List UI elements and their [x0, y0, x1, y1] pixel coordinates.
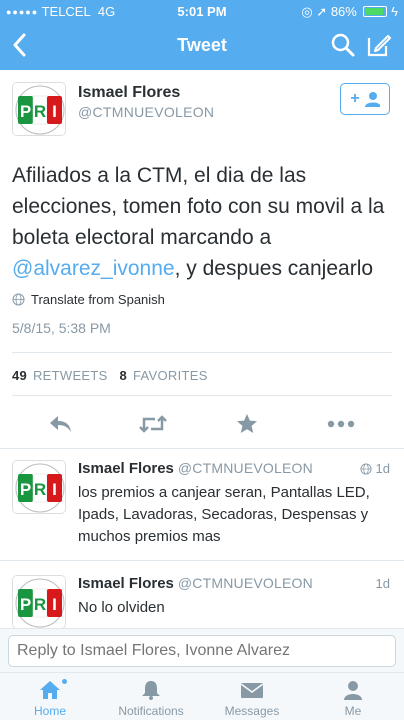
divider — [12, 395, 392, 396]
retweets-stat[interactable]: 49 RETWEETS — [12, 368, 108, 383]
avatar[interactable]: P R I — [12, 82, 66, 136]
reply-input[interactable] — [8, 635, 396, 667]
search-icon — [331, 33, 355, 57]
tab-notifications[interactable]: Notifications — [101, 677, 201, 719]
pri-logo-icon: P R I — [13, 83, 65, 135]
reply-author-handle: @CTMNUEVOLEON — [177, 460, 313, 476]
person-icon — [344, 681, 362, 700]
svg-text:P: P — [20, 102, 31, 121]
bell-icon — [142, 681, 160, 700]
svg-text:I: I — [52, 480, 57, 499]
mention-link[interactable]: @alvarez_ivonne — [12, 257, 175, 280]
more-icon — [327, 420, 355, 428]
reply-time-label: 1d — [375, 461, 390, 476]
tweet-actions — [0, 405, 404, 445]
svg-text:R: R — [34, 102, 46, 121]
avatar[interactable]: P R I — [12, 460, 66, 514]
divider — [0, 560, 404, 561]
main-tweet: P R I Ismael Flores @CTMNUEVOLEON + Afil… — [0, 70, 404, 448]
avatar[interactable]: P R I — [12, 575, 66, 629]
home-icon — [40, 681, 60, 699]
svg-text:I: I — [52, 102, 57, 121]
tweet-text: Afiliados a la CTM, el dia de las elecci… — [12, 160, 396, 284]
tweet-text-start: Afiliados a la CTM, el dia de las elecci… — [12, 164, 385, 249]
retweets-label: RETWEETS — [32, 368, 108, 383]
tab-bar: Home Notifications Messages Me — [0, 672, 404, 720]
reply-author-name: Ismael Flores — [78, 575, 174, 592]
alarm-icon: ◎ — [301, 4, 313, 19]
reply-compose-bar — [0, 628, 404, 672]
reply-time-label: 1d — [375, 576, 390, 591]
status-bar: ●●●●● TELCEL 4G 5:01 PM ◎ ➚ 86% ϟ — [0, 0, 404, 22]
battery-icon — [363, 6, 388, 17]
svg-text:I: I — [52, 595, 57, 614]
add-user-icon — [364, 92, 380, 107]
reply-author-handle: @CTMNUEVOLEON — [177, 575, 313, 591]
translate-link[interactable]: Translate from Spanish — [12, 292, 165, 307]
reply-author[interactable]: Ismael Flores @CTMNUEVOLEON — [78, 575, 313, 592]
globe-icon — [12, 293, 25, 306]
pri-logo-icon: P R I — [13, 461, 65, 513]
notification-dot — [62, 679, 67, 684]
svg-text:P: P — [20, 480, 31, 499]
favorites-count: 8 — [119, 368, 128, 383]
author-handle[interactable]: @CTMNUEVOLEON — [78, 104, 214, 120]
follow-plus: + — [350, 90, 360, 107]
top-bar: ●●●●● TELCEL 4G 5:01 PM ◎ ➚ 86% ϟ Tweet — [0, 0, 404, 70]
compose-icon — [367, 35, 391, 57]
reply-time: 1d — [359, 461, 390, 476]
svg-text:R: R — [34, 480, 46, 499]
globe-icon — [359, 462, 372, 475]
tweet-date: 5/8/15, 5:38 PM — [12, 320, 111, 336]
reply-text: No lo olviden — [78, 599, 165, 616]
tweet-stats: 49 RETWEETS 8 FAVORITES — [12, 368, 208, 383]
favorite-button[interactable] — [232, 411, 262, 437]
svg-text:P: P — [20, 595, 31, 614]
divider — [12, 352, 392, 353]
follow-button[interactable]: + — [340, 83, 390, 115]
compose-button[interactable] — [366, 32, 392, 58]
reply-text: los premios a canjear seran, Pantallas L… — [78, 484, 370, 545]
tab-home[interactable]: Home — [0, 677, 100, 719]
retweet-button[interactable] — [138, 411, 168, 437]
tweet-text-end: , y despues canjearlo — [174, 257, 374, 280]
tab-label: Home — [33, 704, 66, 718]
battery-percent: 86% — [330, 4, 357, 19]
envelope-icon — [240, 683, 264, 698]
more-button[interactable] — [326, 411, 356, 437]
pri-logo-icon: P R I — [13, 576, 65, 628]
reply-time: 1d — [376, 576, 390, 591]
reply-tweet[interactable]: P R I Ismael Flores @CTMNUEVOLEON 1d los … — [0, 448, 404, 560]
tab-label: Notifications — [118, 704, 184, 718]
reply-icon — [50, 416, 71, 432]
translate-label: Translate from Spanish — [31, 292, 165, 307]
tab-label: Messages — [224, 704, 280, 718]
location-icon: ➚ — [316, 4, 328, 19]
reply-tweet[interactable]: P R I Ismael Flores @CTMNUEVOLEON 1d No l… — [0, 563, 404, 633]
charging-icon: ϟ — [391, 4, 398, 19]
reply-author-name: Ismael Flores — [78, 460, 174, 477]
svg-text:R: R — [34, 595, 46, 614]
star-icon — [237, 414, 257, 433]
author-name[interactable]: Ismael Flores — [78, 84, 180, 102]
status-right: ◎ ➚ 86% ϟ — [301, 4, 398, 20]
tab-me[interactable]: Me — [303, 677, 403, 719]
reply-author[interactable]: Ismael Flores @CTMNUEVOLEON — [78, 460, 313, 477]
search-button[interactable] — [330, 32, 356, 58]
reply-button[interactable] — [46, 411, 76, 437]
retweet-icon — [139, 415, 167, 433]
tab-label: Me — [344, 704, 362, 718]
retweets-count: 49 — [12, 368, 28, 383]
nav-bar: Tweet — [0, 22, 404, 70]
tab-messages[interactable]: Messages — [202, 677, 302, 719]
favorites-label: FAVORITES — [132, 368, 208, 383]
favorites-stat[interactable]: 8 FAVORITES — [120, 368, 208, 383]
